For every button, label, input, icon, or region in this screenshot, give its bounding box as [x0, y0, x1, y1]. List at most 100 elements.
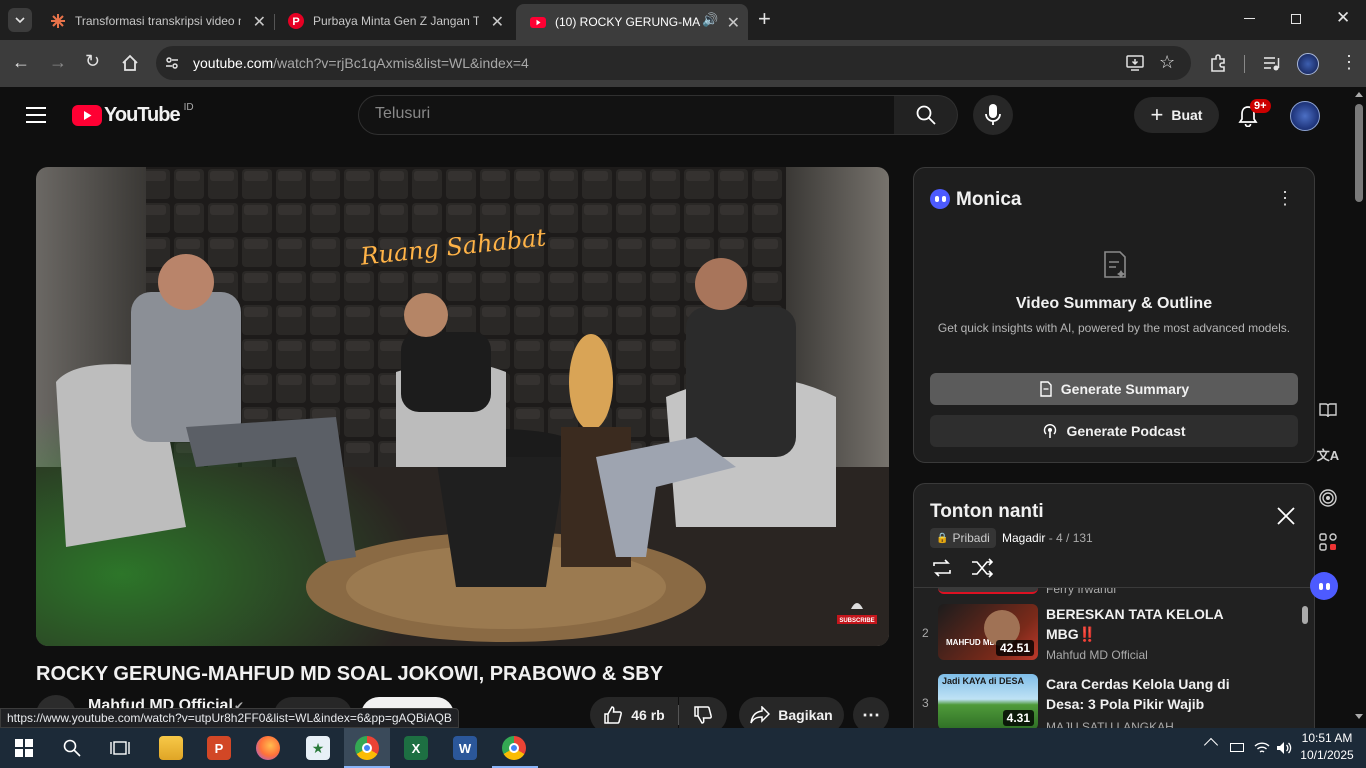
voice-search-button[interactable]	[973, 95, 1013, 135]
summary-subtitle: Get quick insights with AI, powered by t…	[937, 321, 1291, 335]
minimize-icon[interactable]	[1244, 18, 1255, 19]
media-control-icon[interactable]	[1263, 54, 1281, 72]
powerpoint-icon[interactable]: P	[207, 736, 231, 760]
youtube-logo[interactable]: YouTube ID	[72, 102, 194, 127]
clock-time[interactable]: 10:51 AM	[1298, 731, 1356, 745]
playlist-close-icon[interactable]	[1276, 506, 1296, 531]
playlist-scrollbar[interactable]	[1302, 606, 1308, 624]
back-icon[interactable]: ←	[12, 52, 30, 73]
partial-row[interactable]: Ferry Irwandi	[914, 588, 1304, 596]
broadcast-icon[interactable]	[1314, 484, 1342, 512]
tab-title: (10) ROCKY GERUNG-MAHFU	[555, 15, 701, 29]
account-avatar[interactable]	[1290, 101, 1320, 131]
thumb-caption: Jadi KAYA di DESA	[942, 676, 1025, 686]
search-button[interactable]	[894, 95, 958, 135]
subscribe-badge-text: SUBSCRIBE	[839, 618, 874, 624]
bookmark-star-icon[interactable]: ☆	[1159, 52, 1175, 73]
battery-icon[interactable]	[1230, 743, 1244, 752]
search-box[interactable]	[358, 95, 895, 135]
close-icon[interactable]: ✕	[727, 13, 740, 33]
video-frame: Ruang Sahabat SUBSCRIBE	[36, 167, 889, 646]
excel-icon[interactable]: X	[404, 736, 428, 760]
profile-avatar[interactable]	[1297, 53, 1319, 75]
scroll-down-icon[interactable]	[1355, 714, 1363, 719]
url-text: youtube.com/watch?v=rjBc1qAxmis&list=WL&…	[193, 55, 529, 71]
chrome-menu-icon[interactable]: ⋮	[1340, 52, 1358, 73]
page-scrollbar[interactable]	[1352, 88, 1366, 728]
scrollbar-thumb[interactable]	[1355, 104, 1363, 202]
playlist-item[interactable]: 2 MAHFUD MD: 42.51 BERESKAN TATA KELOLA …	[914, 600, 1304, 670]
new-tab-button[interactable]: +	[758, 6, 771, 32]
generate-podcast-button[interactable]: Generate Podcast	[930, 415, 1298, 447]
speaker-icon[interactable]: 🔊	[702, 12, 718, 28]
generate-summary-label: Generate Summary	[1060, 381, 1190, 397]
shuffle-icon[interactable]	[970, 558, 994, 578]
wifi-icon[interactable]	[1254, 741, 1270, 755]
windows-start-icon[interactable]	[15, 739, 33, 757]
clock-date[interactable]: 10/1/2025	[1298, 748, 1356, 762]
firefox-icon[interactable]	[256, 736, 280, 760]
tab-purbaya[interactable]: P Purbaya Minta Gen Z Jangan Ta ✕	[274, 6, 512, 36]
hamburger-menu-icon[interactable]	[26, 107, 46, 123]
address-bar[interactable]: youtube.com/watch?v=rjBc1qAxmis&list=WL&…	[156, 46, 1191, 80]
playlist-panel: Tonton nanti 🔒 Pribadi Magadir - 4 / 131…	[913, 483, 1315, 728]
item-thumbnail: Jadi KAYA di DESA 4.31	[938, 674, 1038, 728]
close-window-icon[interactable]: ✕	[1336, 8, 1350, 28]
close-icon[interactable]: ✕	[253, 12, 266, 32]
apps-grid-icon[interactable]	[1314, 528, 1342, 556]
pinterest-icon: P	[288, 13, 304, 29]
partial-thumb	[938, 588, 1038, 594]
chevron-down-icon	[15, 17, 25, 24]
translate-icon[interactable]: 文A	[1314, 440, 1342, 468]
thumbs-down-icon	[694, 706, 712, 724]
item-title: Cara Cerdas Kelola Uang di Desa: 3 Pola …	[1046, 676, 1230, 712]
monica-launcher-icon[interactable]	[1310, 572, 1338, 600]
item-channel: MAJU SATU LANGKAH	[1046, 720, 1174, 728]
word-icon[interactable]: W	[453, 736, 477, 760]
playlist-title[interactable]: Tonton nanti	[930, 501, 1044, 523]
site-info-icon[interactable]	[164, 55, 180, 71]
chrome-profile-icon[interactable]	[502, 736, 526, 760]
scroll-up-icon[interactable]	[1355, 92, 1363, 97]
search-icon	[916, 105, 936, 125]
extensions-icon[interactable]	[1208, 53, 1228, 73]
video-player[interactable]: Ruang Sahabat SUBSCRIBE	[36, 167, 889, 646]
microphone-icon	[985, 104, 1001, 125]
reader-mode-icon[interactable]	[1314, 396, 1342, 424]
item-thumbnail: MAHFUD MD: 42.51	[938, 604, 1038, 660]
playlist-item[interactable]: 3 Jadi KAYA di DESA 4.31 Cara Cerdas Kel…	[914, 670, 1304, 728]
privacy-badge: 🔒 Pribadi	[930, 528, 996, 548]
volume-icon[interactable]	[1276, 741, 1292, 755]
tab-transformasi[interactable]: Transformasi transkripsi video m ✕	[36, 6, 274, 36]
task-view-icon[interactable]	[110, 739, 130, 757]
taskbar-search-icon[interactable]	[63, 739, 81, 757]
toolbar-divider	[1244, 55, 1245, 73]
tab-youtube-active[interactable]: (10) ROCKY GERUNG-MAHFU 🔊 ✕	[516, 4, 748, 40]
item-index: 2	[922, 626, 929, 640]
notifications-button[interactable]: 9+	[1236, 99, 1271, 127]
home-icon[interactable]	[121, 54, 139, 72]
loop-icon[interactable]	[930, 558, 954, 578]
status-bar-url: https://www.youtube.com/watch?v=utpUr8h2…	[0, 708, 459, 728]
install-app-icon[interactable]	[1126, 54, 1144, 72]
create-button[interactable]: + Buat	[1134, 97, 1219, 133]
browser-toolbar: ← → ↻ youtube.com/watch?v=rjBc1qAxmis&li…	[0, 40, 1366, 87]
youtube-icon	[530, 17, 546, 28]
playlist-owner[interactable]: Magadir	[1002, 531, 1045, 545]
tray-chevron-icon[interactable]	[1203, 737, 1219, 753]
item-duration: 42.51	[995, 640, 1034, 656]
file-explorer-icon[interactable]	[159, 736, 183, 760]
tab-search-button[interactable]	[8, 8, 32, 32]
pinned-app-icon[interactable]: ★	[306, 736, 330, 760]
close-icon[interactable]: ✕	[491, 12, 504, 32]
search-input[interactable]	[375, 105, 865, 123]
reload-icon[interactable]: ↻	[85, 51, 100, 72]
tab-title: Transformasi transkripsi video m	[75, 14, 241, 28]
chrome-icon[interactable]	[355, 736, 379, 760]
restore-icon[interactable]	[1291, 14, 1301, 24]
monica-menu-icon[interactable]: ⋮	[1276, 188, 1294, 209]
video-title: ROCKY GERUNG-MAHFUD MD SOAL JOKOWI, PRAB…	[36, 663, 664, 685]
item-index: 3	[922, 696, 929, 710]
generate-summary-button[interactable]: Generate Summary	[930, 373, 1298, 405]
forward-icon[interactable]: →	[49, 52, 67, 73]
